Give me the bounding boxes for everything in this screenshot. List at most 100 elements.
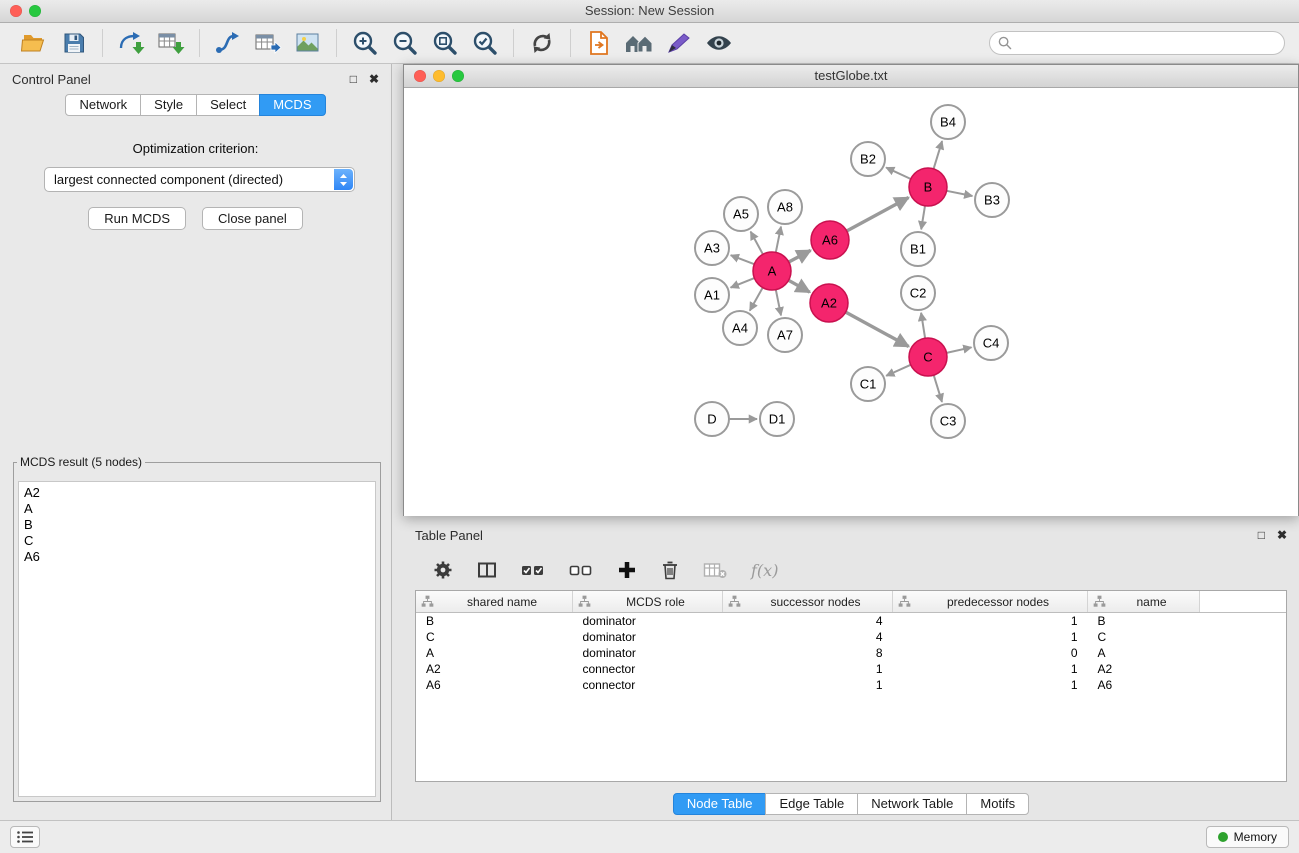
node-A1[interactable]: A1 [695, 278, 729, 312]
new-network-button[interactable] [208, 26, 248, 60]
minimize-network-window-icon[interactable] [433, 70, 445, 82]
table-row[interactable]: Cdominator41C [416, 629, 1286, 645]
close-table-panel-icon[interactable]: ✖ [1277, 529, 1287, 541]
edge-A-A5[interactable] [751, 232, 763, 255]
node-D[interactable]: D [695, 402, 729, 436]
node-B4[interactable]: B4 [931, 105, 965, 139]
table-cell[interactable]: A2 [416, 661, 573, 677]
node-A6[interactable]: A6 [811, 221, 849, 259]
node-C3[interactable]: C3 [931, 404, 965, 438]
save-session-button[interactable] [54, 26, 94, 60]
column-header-name[interactable]: name [1088, 591, 1200, 613]
table-cell[interactable]: 1 [893, 677, 1088, 693]
network-canvas[interactable]: B4B2BB3A5A8A6B1A3AC2A1A2A4A7C4CC1C3DD1 [404, 88, 1298, 516]
edge-B-B3[interactable] [947, 191, 973, 196]
edge-B-B2[interactable] [886, 168, 911, 180]
node-A7[interactable]: A7 [768, 318, 802, 352]
import-network-from-file-button[interactable] [111, 26, 151, 60]
column-header-shared-name[interactable]: shared name [416, 591, 573, 613]
mcds-result-item[interactable]: C [24, 533, 370, 549]
node-C2[interactable]: C2 [901, 276, 935, 310]
edge-A-A3[interactable] [731, 255, 755, 264]
node-B1[interactable]: B1 [901, 232, 935, 266]
close-panel-button[interactable]: Close panel [202, 207, 303, 230]
table-cell[interactable]: dominator [573, 629, 723, 645]
table-settings-button[interactable] [433, 560, 453, 580]
open-file-button[interactable] [14, 26, 54, 60]
edge-A-A6[interactable] [789, 250, 811, 262]
zoom-in-button[interactable] [345, 26, 385, 60]
tab-mcds[interactable]: MCDS [259, 94, 325, 116]
column-header-MCDS-role[interactable]: MCDS role [573, 591, 723, 613]
table-cell[interactable]: 4 [723, 613, 893, 630]
mcds-result-item[interactable]: A2 [24, 485, 370, 501]
table-cell[interactable]: dominator [573, 613, 723, 630]
tab-select[interactable]: Select [196, 94, 260, 116]
close-window-icon[interactable] [10, 5, 22, 17]
open-session-button[interactable] [579, 26, 619, 60]
node-D1[interactable]: D1 [760, 402, 794, 436]
edge-C-C4[interactable] [947, 347, 972, 353]
node-C4[interactable]: C4 [974, 326, 1008, 360]
mcds-result-item[interactable]: B [24, 517, 370, 533]
maximize-network-window-icon[interactable] [452, 70, 464, 82]
table-cell[interactable]: A6 [416, 677, 573, 693]
edge-A2-C[interactable] [846, 312, 909, 346]
edge-B-B1[interactable] [921, 206, 925, 230]
fullscreen-window-icon[interactable] [29, 5, 41, 17]
mcds-result-list[interactable]: A2ABCA6 [18, 481, 376, 797]
table-cell[interactable]: 4 [723, 629, 893, 645]
edge-A6-B[interactable] [847, 198, 909, 232]
delete-column-button[interactable] [661, 560, 679, 580]
float-panel-icon[interactable]: □ [350, 73, 357, 85]
delete-table-button[interactable] [703, 560, 727, 580]
node-A4[interactable]: A4 [723, 311, 757, 345]
search-box[interactable] [989, 31, 1285, 55]
refresh-view-button[interactable] [522, 26, 562, 60]
edge-B-B4[interactable] [934, 141, 943, 169]
table-row[interactable]: Bdominator41B [416, 613, 1286, 630]
node-B2[interactable]: B2 [851, 142, 885, 176]
apply-style-button[interactable] [659, 26, 699, 60]
table-cell[interactable]: 1 [893, 661, 1088, 677]
node-A8[interactable]: A8 [768, 190, 802, 224]
table-cell[interactable]: 1 [893, 629, 1088, 645]
tab-motifs[interactable]: Motifs [966, 793, 1029, 815]
show-columns-button[interactable] [477, 560, 497, 580]
table-row[interactable]: A2connector11A2 [416, 661, 1286, 677]
column-header-predecessor-nodes[interactable]: predecessor nodes [893, 591, 1088, 613]
table-cell[interactable]: 8 [723, 645, 893, 661]
mcds-result-item[interactable]: A [24, 501, 370, 517]
run-mcds-button[interactable]: Run MCDS [88, 207, 186, 230]
table-cell[interactable]: A6 [1088, 677, 1200, 693]
column-header-successor-nodes[interactable]: successor nodes [723, 591, 893, 613]
memory-button[interactable]: Memory [1206, 826, 1289, 848]
mcds-result-item[interactable]: A6 [24, 549, 370, 565]
table-cell[interactable]: A [1088, 645, 1200, 661]
network-window-titlebar[interactable]: testGlobe.txt [404, 65, 1298, 88]
window-titlebar[interactable]: Session: New Session [0, 0, 1299, 23]
node-A5[interactable]: A5 [724, 197, 758, 231]
tab-network[interactable]: Network [65, 94, 141, 116]
table-cell[interactable]: B [1088, 613, 1200, 630]
tab-node-table[interactable]: Node Table [673, 793, 767, 815]
select-all-button[interactable] [521, 561, 545, 579]
table-cell[interactable]: A [416, 645, 573, 661]
table-cell[interactable]: C [1088, 629, 1200, 645]
network-graph[interactable]: B4B2BB3A5A8A6B1A3AC2A1A2A4A7C4CC1C3DD1 [404, 88, 1298, 516]
edge-C-C3[interactable] [934, 375, 942, 402]
table-row[interactable]: A6connector11A6 [416, 677, 1286, 693]
zoom-fit-button[interactable] [425, 26, 465, 60]
function-builder-button[interactable]: f(x) [751, 561, 778, 580]
edge-A-A4[interactable] [750, 288, 763, 311]
new-table-button[interactable] [248, 26, 288, 60]
table-row[interactable]: Adominator80A [416, 645, 1286, 661]
edge-A-A7[interactable] [776, 290, 781, 316]
edge-A-A1[interactable] [731, 278, 755, 288]
table-cell[interactable]: connector [573, 677, 723, 693]
float-table-panel-icon[interactable]: □ [1258, 529, 1265, 541]
home-button[interactable] [619, 26, 659, 60]
node-A3[interactable]: A3 [695, 231, 729, 265]
import-table-from-file-button[interactable] [151, 26, 191, 60]
tab-style[interactable]: Style [140, 94, 197, 116]
